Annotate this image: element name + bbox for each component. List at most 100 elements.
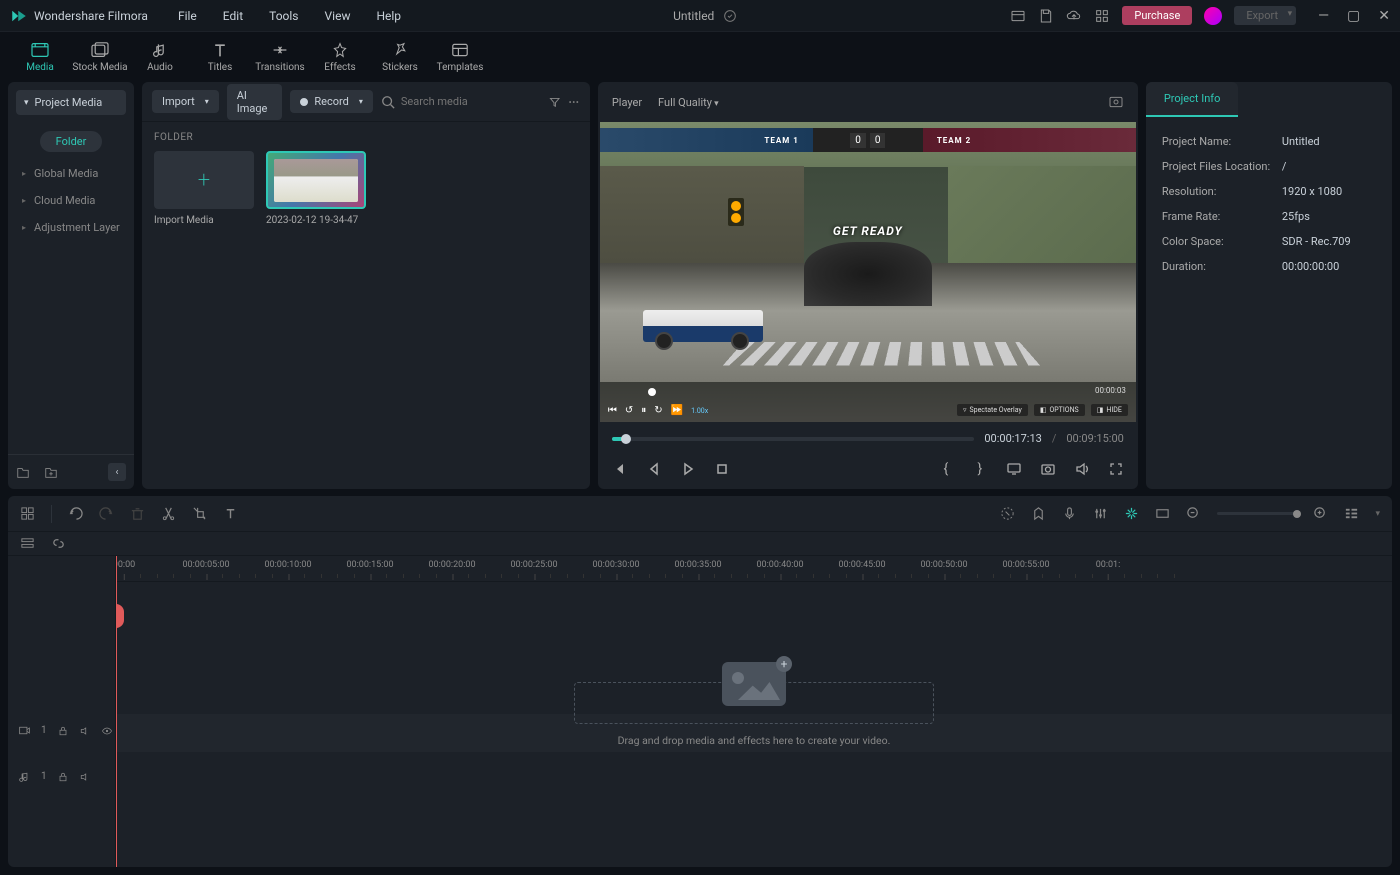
tl-view-icon[interactable] bbox=[1344, 506, 1359, 521]
play-icon[interactable] bbox=[680, 461, 696, 477]
hud-options: ◧ OPTIONS bbox=[1034, 404, 1085, 416]
menu-help[interactable]: Help bbox=[376, 9, 401, 23]
snapshot-icon[interactable] bbox=[1040, 461, 1056, 477]
tab-stock-media[interactable]: Stock Media bbox=[70, 32, 130, 82]
more-icon[interactable] bbox=[568, 95, 579, 109]
new-bin-icon[interactable] bbox=[16, 465, 30, 479]
search-input[interactable] bbox=[401, 95, 541, 108]
media-clip-tile[interactable]: 2023-02-12 19-34-47 bbox=[266, 151, 366, 226]
track-mute-icon[interactable] bbox=[79, 771, 91, 783]
timeline-tracks[interactable]: 00:0000:00:05:0000:00:10:0000:00:15:0000… bbox=[116, 556, 1392, 867]
hud-team1: TEAM 1 bbox=[758, 136, 804, 145]
game-rewind-icon: ↺ bbox=[625, 405, 633, 416]
record-dropdown[interactable]: Record bbox=[290, 90, 373, 113]
prev-frame-icon[interactable] bbox=[612, 461, 628, 477]
export-button[interactable]: Export bbox=[1234, 6, 1296, 25]
cloud-upload-icon[interactable] bbox=[1066, 8, 1082, 24]
audio-mixer-icon[interactable] bbox=[1093, 506, 1108, 521]
project-media-dropdown[interactable]: Project Media bbox=[16, 90, 126, 115]
game-pause-icon: ⏸ bbox=[641, 405, 646, 416]
track-lock-icon[interactable] bbox=[57, 725, 69, 737]
new-folder-icon[interactable] bbox=[44, 465, 58, 479]
text-icon[interactable] bbox=[223, 506, 238, 521]
app-logo-icon bbox=[10, 7, 28, 25]
tab-titles[interactable]: Titles bbox=[190, 32, 250, 82]
zoom-in-icon[interactable] bbox=[1313, 506, 1328, 521]
tl-grid-icon[interactable] bbox=[20, 506, 35, 521]
crop-icon[interactable] bbox=[192, 506, 207, 521]
playhead[interactable] bbox=[116, 556, 117, 867]
drop-zone[interactable]: + Drag and drop media and effects here t… bbox=[316, 656, 1192, 747]
folder-pill[interactable]: Folder bbox=[40, 131, 103, 152]
track-manage-icon[interactable] bbox=[20, 536, 35, 551]
zoom-slider[interactable] bbox=[1217, 512, 1297, 515]
save-icon[interactable] bbox=[1038, 8, 1054, 24]
redo-icon[interactable] bbox=[99, 506, 114, 521]
collapse-sidebar-button[interactable]: ‹ bbox=[108, 463, 126, 481]
undo-icon[interactable] bbox=[68, 506, 83, 521]
track-visible-icon[interactable] bbox=[101, 725, 113, 737]
purchase-button[interactable]: Purchase bbox=[1122, 6, 1192, 25]
delete-icon[interactable] bbox=[130, 506, 145, 521]
mark-in-icon[interactable]: { bbox=[938, 461, 954, 477]
media-sidebar: Project Media Folder Global Media Cloud … bbox=[8, 82, 134, 489]
player-scrubber[interactable] bbox=[612, 437, 975, 441]
menu-view[interactable]: View bbox=[325, 9, 351, 23]
tree-adjustment-layer[interactable]: Adjustment Layer bbox=[8, 214, 134, 241]
zoom-out-icon[interactable] bbox=[1186, 506, 1201, 521]
fullscreen-icon[interactable] bbox=[1108, 461, 1124, 477]
tl-view-caret[interactable]: ▾ bbox=[1375, 509, 1380, 519]
tab-media[interactable]: Media bbox=[10, 32, 70, 82]
menu-tools[interactable]: Tools bbox=[269, 9, 298, 23]
hud-spectate: ▿ Spectate Overlay bbox=[957, 404, 1028, 416]
tree-global-media[interactable]: Global Media bbox=[8, 160, 134, 187]
ai-image-button[interactable]: AI Image bbox=[227, 84, 283, 120]
play-backward-icon[interactable] bbox=[646, 461, 662, 477]
split-icon[interactable] bbox=[161, 506, 176, 521]
timeline-ruler[interactable]: 00:0000:00:05:0000:00:10:0000:00:15:0000… bbox=[116, 556, 1392, 582]
drop-plus-icon: + bbox=[776, 656, 792, 672]
track-lock-icon[interactable] bbox=[57, 771, 69, 783]
voiceover-icon[interactable] bbox=[1062, 506, 1077, 521]
tab-audio[interactable]: Audio bbox=[130, 32, 190, 82]
quality-dropdown[interactable]: Full Quality bbox=[658, 96, 719, 109]
import-media-tile[interactable]: + Import Media bbox=[154, 151, 254, 226]
app-name: Wondershare Filmora bbox=[34, 9, 148, 23]
menu-file[interactable]: File bbox=[178, 9, 197, 23]
video-track-label: 1 bbox=[18, 724, 113, 737]
layout-icon[interactable] bbox=[1010, 8, 1026, 24]
import-dropdown[interactable]: Import bbox=[152, 90, 219, 113]
marker-icon[interactable] bbox=[1031, 506, 1046, 521]
tab-transitions[interactable]: Transitions bbox=[250, 32, 310, 82]
project-info-tab[interactable]: Project Info bbox=[1146, 82, 1239, 117]
close-icon[interactable]: ✕ bbox=[1378, 8, 1390, 24]
render-icon[interactable] bbox=[1124, 506, 1139, 521]
audio-track-icon bbox=[18, 770, 31, 783]
document-title-area: Untitled bbox=[401, 8, 1010, 24]
tab-templates[interactable]: Templates bbox=[430, 32, 490, 82]
tree-cloud-media[interactable]: Cloud Media bbox=[8, 187, 134, 214]
player-panel: Player Full Quality TEAM 1 00 TEAM 2 GET… bbox=[598, 82, 1138, 489]
speed-icon[interactable] bbox=[1000, 506, 1015, 521]
menu-edit[interactable]: Edit bbox=[223, 9, 243, 23]
display-icon[interactable] bbox=[1006, 461, 1022, 477]
filter-icon[interactable] bbox=[549, 95, 560, 109]
link-icon[interactable] bbox=[51, 536, 66, 551]
maximize-icon[interactable]: ▢ bbox=[1347, 8, 1360, 24]
minimize-icon[interactable]: — bbox=[1318, 8, 1329, 24]
record-dot-icon bbox=[300, 98, 308, 106]
tab-effects[interactable]: Effects bbox=[310, 32, 370, 82]
cloud-sync-icon[interactable] bbox=[722, 8, 738, 24]
grid-apps-icon[interactable] bbox=[1094, 8, 1110, 24]
stop-icon[interactable] bbox=[714, 461, 730, 477]
track-mute-icon[interactable] bbox=[79, 725, 91, 737]
aspect-icon[interactable] bbox=[1155, 506, 1170, 521]
volume-icon[interactable] bbox=[1074, 461, 1090, 477]
tab-stickers[interactable]: Stickers bbox=[370, 32, 430, 82]
main-menu: File Edit Tools View Help bbox=[178, 9, 401, 23]
preview-viewport[interactable]: TEAM 1 00 TEAM 2 GET READY ⏮ bbox=[600, 122, 1136, 422]
user-avatar[interactable] bbox=[1204, 7, 1222, 25]
snapshot-settings-icon[interactable] bbox=[1108, 94, 1124, 110]
mark-out-icon[interactable]: } bbox=[972, 461, 988, 477]
hud-get-ready: GET READY bbox=[833, 224, 903, 238]
